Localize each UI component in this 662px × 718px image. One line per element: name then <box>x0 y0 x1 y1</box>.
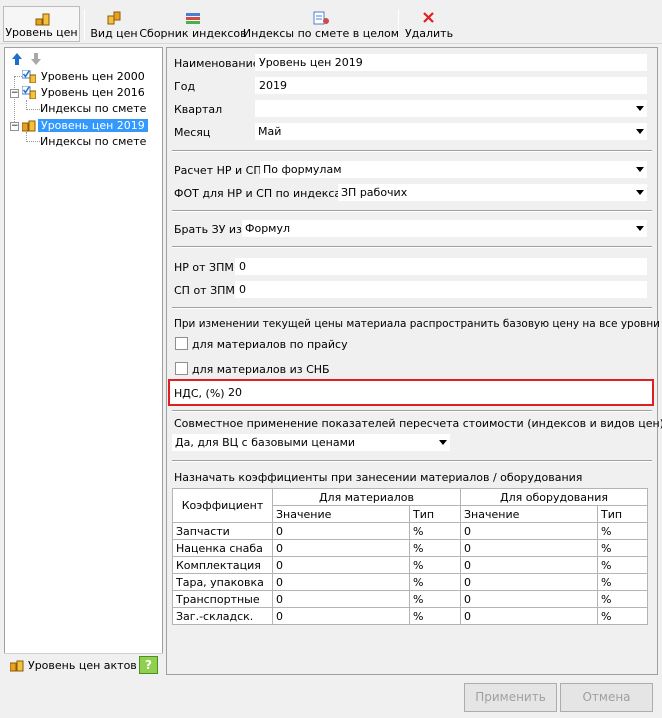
coef-title: Назначать коэффициенты при занесении мат… <box>174 471 583 484</box>
index-collection-label: Сборник индексов <box>139 27 247 40</box>
table-row: Комплектация 0 % 0 % <box>172 556 648 574</box>
acts-price-level-icon <box>10 660 24 672</box>
section-divider <box>172 410 652 412</box>
price-level-tree: Уровень цен 2000 − Уровень цен 2016 Инде… <box>4 47 163 675</box>
table-row: Транспортные 0 % 0 % <box>172 590 648 608</box>
fot-label: ФОТ для НР и СП по индексам <box>174 187 350 200</box>
pricelist-materials-checkbox[interactable] <box>175 337 188 350</box>
joint-recalc-label: Совместное применение показателей пересч… <box>174 417 662 430</box>
price-level-icon <box>35 13 50 26</box>
table-row: Заг.-складск. 0 % 0 % <box>172 607 648 625</box>
col-materials-type: Тип <box>409 505 461 523</box>
sp-zpm-field[interactable]: 0 <box>235 281 647 298</box>
quarter-label: Квартал <box>174 103 223 116</box>
move-arrows <box>11 52 41 69</box>
chevron-down-icon <box>636 129 644 134</box>
table-row: Тара, упаковка 0 % 0 % <box>172 573 648 591</box>
tree-item-indexes-2016[interactable]: Индексы по смете <box>40 101 146 117</box>
acts-price-level-help-button[interactable]: ? <box>139 656 158 674</box>
toolbar: Уровень цен Вид цен Сборник индексов Инд… <box>0 0 662 44</box>
acts-price-level-bar: Уровень цен актов ? <box>4 653 163 675</box>
tree-line <box>26 141 40 142</box>
table-row: Запчасти 0 % 0 % <box>172 522 648 540</box>
section-divider <box>172 150 652 152</box>
toolbar-separator <box>84 10 85 40</box>
sp-zpm-label: СП от ЗПМ <box>174 284 235 297</box>
zu-source-label: Брать ЗУ из <box>174 223 242 236</box>
move-up-icon[interactable] <box>12 53 22 65</box>
nr-sp-calc-label: Расчет НР и СП <box>174 164 262 177</box>
toolbar-separator <box>398 10 399 40</box>
col-equipment: Для оборудования <box>460 488 648 506</box>
price-level-label: Уровень цен <box>5 26 78 39</box>
propagate-price-label: При изменении текущей цены материала рас… <box>174 318 662 330</box>
acts-price-level-label: Уровень цен актов <box>28 659 137 672</box>
vat-label: НДС, (%) <box>174 387 225 400</box>
cancel-button[interactable]: Отмена <box>560 683 653 712</box>
snb-materials-label: для материалов из СНБ <box>192 363 330 376</box>
col-equipment-type: Тип <box>597 505 648 523</box>
indexes-by-estimate-label: Индексы по смете в целом <box>242 27 400 40</box>
chevron-down-icon <box>636 190 644 195</box>
tree-collapse-toggle[interactable]: − <box>10 122 19 131</box>
price-type-label: Вид цен <box>90 27 138 40</box>
coefficients-table: Коэффициент Для материалов Для оборудова… <box>172 488 648 625</box>
chevron-down-icon <box>636 226 644 231</box>
snb-materials-checkbox[interactable] <box>175 362 188 375</box>
index-collection-icon <box>186 13 200 24</box>
tree-line <box>26 109 40 110</box>
indexes-by-estimate-button[interactable]: Индексы по смете в целом <box>243 6 399 42</box>
indexes-by-estimate-icon <box>313 11 329 25</box>
tree-item-price-level-2019[interactable]: Уровень цен 2019 <box>22 118 148 134</box>
price-type-button[interactable]: Вид цен <box>90 6 138 42</box>
fot-select[interactable]: ЗП рабочих <box>338 184 647 201</box>
pricelist-materials-label: для материалов по прайсу <box>192 338 348 351</box>
price-level-icon <box>22 120 36 132</box>
delete-button[interactable]: Удалить <box>404 6 454 42</box>
index-collection-button[interactable]: Сборник индексов <box>139 6 247 42</box>
col-materials: Для материалов <box>272 488 461 506</box>
nr-sp-calc-select[interactable]: По формулам <box>260 161 647 178</box>
price-level-button[interactable]: Уровень цен <box>3 6 80 42</box>
zu-source-select[interactable]: Формул <box>242 220 647 237</box>
chevron-down-icon <box>439 440 447 445</box>
price-type-icon <box>107 11 121 25</box>
tree-line <box>14 76 22 77</box>
col-materials-value: Значение <box>272 505 410 523</box>
chevron-down-icon <box>636 167 644 172</box>
name-field[interactable]: Уровень цен 2019 <box>255 54 647 71</box>
tree-item-price-level-2000[interactable]: Уровень цен 2000 <box>22 69 145 85</box>
delete-label: Удалить <box>404 27 454 40</box>
nr-zpm-field[interactable]: 0 <box>235 258 647 275</box>
tree-collapse-toggle[interactable]: − <box>10 89 19 98</box>
section-divider <box>172 460 652 462</box>
apply-button[interactable]: Применить <box>464 683 557 712</box>
col-coefficient: Коэффициент <box>172 488 273 523</box>
vat-field[interactable]: 20 <box>224 384 644 401</box>
tree-item-price-level-2016[interactable]: Уровень цен 2016 <box>22 85 145 101</box>
joint-recalc-select[interactable]: Да, для ВЦ с базовыми ценами <box>172 434 450 451</box>
month-label: Месяц <box>174 126 211 139</box>
section-divider <box>172 246 652 248</box>
move-down-icon[interactable] <box>31 53 41 65</box>
checked-price-level-icon <box>22 70 36 83</box>
section-divider <box>172 210 652 212</box>
col-equipment-value: Значение <box>460 505 598 523</box>
name-label: Наименование <box>174 57 260 70</box>
checked-price-level-icon <box>22 86 36 99</box>
tree-line <box>14 76 15 124</box>
year-field[interactable]: 2019 <box>255 77 647 94</box>
quarter-select[interactable] <box>255 100 647 117</box>
table-row: Наценка снаба 0 % 0 % <box>172 539 648 557</box>
tree-item-indexes-2019[interactable]: Индексы по смете <box>40 134 146 150</box>
section-divider <box>172 307 652 309</box>
chevron-down-icon <box>636 106 644 111</box>
delete-icon <box>423 12 434 23</box>
year-label: Год <box>174 80 196 93</box>
nr-zpm-label: НР от ЗПМ <box>174 261 234 274</box>
month-select[interactable]: Май <box>255 123 647 140</box>
